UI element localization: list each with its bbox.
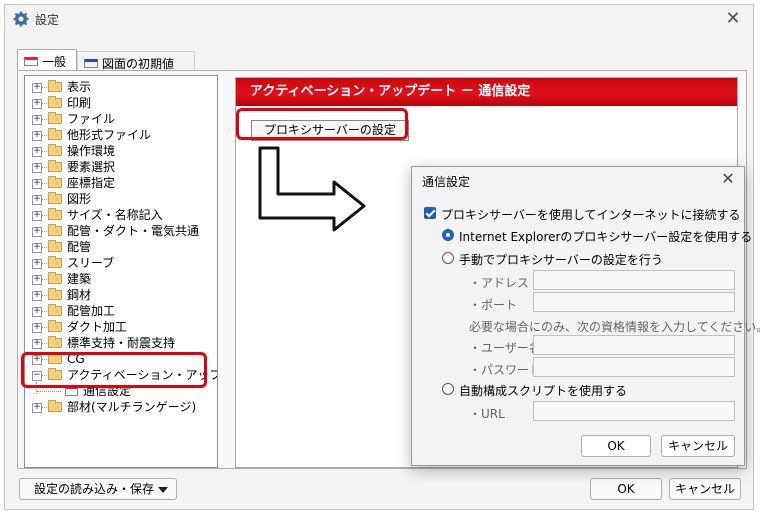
expand-icon[interactable]: + xyxy=(32,163,42,173)
folder-icon xyxy=(48,128,62,140)
close-icon[interactable]: ✕ xyxy=(721,7,745,31)
folder-icon xyxy=(48,160,62,172)
password-field[interactable] xyxy=(533,357,735,377)
category-tree: + 表示 + 印刷 + ファイル + 他形式ファイル + 操作環境 + 要素選択 + 座標指定… xyxy=(24,75,218,468)
load-save-label: 設定の読み込み・保存 xyxy=(34,482,155,496)
tree-item[interactable]: + 配管・ダクト・電気共通 xyxy=(25,223,217,239)
address-field[interactable] xyxy=(533,270,735,290)
expand-icon[interactable]: + xyxy=(32,99,42,109)
expand-icon[interactable]: + xyxy=(32,307,42,317)
tab-drawing-defaults[interactable]: 図面の初期値 xyxy=(77,51,195,72)
load-save-dropdown[interactable]: 設定の読み込み・保存 xyxy=(19,478,177,500)
folder-icon xyxy=(48,320,62,332)
tree-item[interactable]: + 操作環境 xyxy=(25,143,217,159)
username-label: ・ユーザー名 xyxy=(469,341,541,355)
title-bar: 設定 ✕ xyxy=(5,5,753,33)
tree-item[interactable]: + 要素選択 xyxy=(25,159,217,175)
communication-settings-dialog: 通信設定 ✕ プロキシサーバーを使用してインターネットに接続する Interne… xyxy=(411,166,760,466)
close-icon[interactable]: ✕ xyxy=(718,169,738,189)
folder-icon xyxy=(48,112,62,124)
use-ie-radio[interactable] xyxy=(442,229,454,241)
address-label: ・アドレス xyxy=(469,276,530,290)
sheet-icon xyxy=(24,57,38,66)
port-label: ・ポート xyxy=(469,298,518,312)
expand-icon[interactable]: + xyxy=(32,115,42,125)
folder-icon xyxy=(48,192,62,204)
use-proxy-label: プロキシサーバーを使用してインターネットに接続する xyxy=(441,208,741,222)
section-header: アクティベーション・アップデート － 通信設定 xyxy=(236,78,737,106)
dialog-ok-button[interactable]: OK xyxy=(581,435,651,457)
sheet-icon xyxy=(84,59,98,68)
tree-item[interactable]: + 配管 xyxy=(25,239,217,255)
auto-script-label: 自動構成スクリプトを使用する xyxy=(459,384,628,398)
folder-icon xyxy=(48,208,62,220)
tree-item[interactable]: + 座標指定 xyxy=(25,175,217,191)
dialog-title: 通信設定 xyxy=(422,175,471,189)
expand-icon[interactable]: + xyxy=(32,259,42,269)
port-field[interactable] xyxy=(533,292,735,312)
tree-item[interactable]: + ファイル xyxy=(25,111,217,127)
folder-icon xyxy=(48,224,62,236)
tree-item[interactable]: + 他形式ファイル xyxy=(25,127,217,143)
expand-icon[interactable]: + xyxy=(32,291,42,301)
button-highlight xyxy=(236,108,408,140)
auto-script-radio[interactable] xyxy=(442,383,454,395)
folder-icon xyxy=(48,144,62,156)
tab-label: 一般 xyxy=(42,55,67,69)
folder-icon xyxy=(48,96,62,108)
expand-icon[interactable]: + xyxy=(32,403,42,413)
expand-icon[interactable]: + xyxy=(32,131,42,141)
caret-down-icon xyxy=(158,487,168,493)
window-title: 設定 xyxy=(35,13,60,27)
folder-icon xyxy=(48,400,62,412)
tab-general[interactable]: 一般 xyxy=(17,49,77,72)
expand-icon[interactable]: + xyxy=(32,323,42,333)
expand-icon[interactable]: + xyxy=(32,227,42,237)
tree-item[interactable]: + 配管加工 xyxy=(25,303,217,319)
folder-icon xyxy=(48,256,62,268)
username-field[interactable] xyxy=(533,335,735,355)
dialog-cancel-button[interactable]: キャンセル xyxy=(661,435,735,457)
cancel-button[interactable]: キャンセル xyxy=(669,478,741,500)
expand-icon[interactable]: + xyxy=(32,275,42,285)
expand-icon[interactable]: + xyxy=(32,211,42,221)
tree-item[interactable]: + 印刷 xyxy=(25,95,217,111)
ok-button[interactable]: OK xyxy=(590,478,662,500)
tree-item[interactable]: + 標準支持・耐震支持 xyxy=(25,335,217,351)
tree-highlight xyxy=(21,352,207,388)
manual-label: 手動でプロキシサーバーの設定を行う xyxy=(459,253,663,267)
url-field[interactable] xyxy=(533,401,735,421)
password-label: ・パスワード xyxy=(469,363,542,377)
manual-radio[interactable] xyxy=(442,252,454,264)
expand-icon[interactable]: + xyxy=(32,83,42,93)
tree-item[interactable]: + サイズ・名称記入 xyxy=(25,207,217,223)
use-proxy-checkbox[interactable] xyxy=(424,207,436,219)
credentials-note: 必要な場合にのみ、次の資格情報を入力してください。 xyxy=(469,320,760,334)
folder-icon xyxy=(48,272,62,284)
folder-icon xyxy=(48,80,62,92)
tree-item[interactable]: + 部材(マルチランゲージ) xyxy=(25,399,217,415)
tab-label: 図面の初期値 xyxy=(102,57,175,71)
folder-icon xyxy=(48,304,62,316)
expand-icon[interactable]: + xyxy=(32,147,42,157)
gear-icon xyxy=(13,11,29,27)
expand-icon[interactable]: + xyxy=(32,179,42,189)
expand-icon[interactable]: + xyxy=(32,195,42,205)
arrow-icon xyxy=(258,146,366,232)
folder-icon xyxy=(48,176,62,188)
url-label: ・URL xyxy=(469,407,505,421)
tree-item[interactable]: + スリーブ xyxy=(25,255,217,271)
expand-icon[interactable]: + xyxy=(32,243,42,253)
tree-item[interactable]: + 図形 xyxy=(25,191,217,207)
tree-item[interactable]: + ダクト加工 xyxy=(25,319,217,335)
use-ie-label: Internet Explorerのプロキシサーバー設定を使用する xyxy=(459,230,753,244)
tree-item[interactable]: + 建築 xyxy=(25,271,217,287)
expand-icon[interactable]: + xyxy=(32,339,42,349)
folder-icon xyxy=(48,288,62,300)
tree-item[interactable]: + 鋼材 xyxy=(25,287,217,303)
folder-icon xyxy=(48,240,62,252)
tree-item[interactable]: + 表示 xyxy=(25,79,217,95)
folder-icon xyxy=(48,336,62,348)
